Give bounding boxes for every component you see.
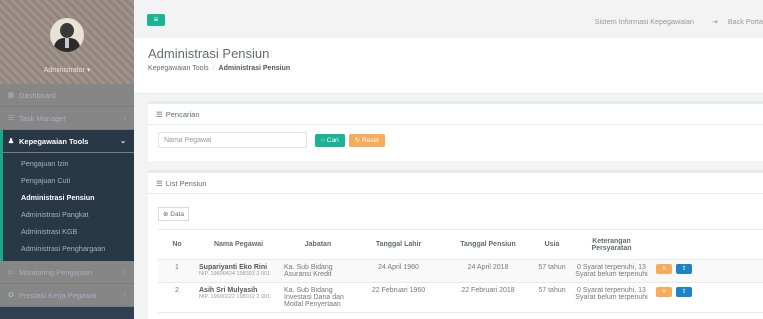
- data-button[interactable]: ⊕ Data: [158, 207, 189, 221]
- cell-actions: ≡ ⇧: [653, 282, 763, 313]
- sidebar-item-monitoring[interactable]: ▭ Monitoring Pengajuan ‹: [0, 261, 134, 284]
- upload-button[interactable]: ⇧: [675, 287, 692, 297]
- table-header-row: No Nama Pegawai Jabatan Tanggal Lahir Ta…: [158, 229, 763, 260]
- avatar[interactable]: [50, 18, 84, 52]
- search-panel: ☰ Pencarian Nama Pegawai ○ Cari ↻ Reset: [148, 101, 763, 161]
- detail-button[interactable]: ≡: [656, 287, 672, 297]
- breadcrumb: Kepegawaian Tools / Administrasi Pensiun: [148, 65, 291, 72]
- top-right-links: Sistem Informasi Kepegawaian ⇥ Back Port…: [587, 17, 763, 26]
- search-icon: ○: [321, 136, 325, 144]
- list-icon: ≡: [662, 266, 666, 272]
- employee-name: Asih Sri Mulyasih: [199, 287, 258, 294]
- reset-button[interactable]: ↻ Reset: [348, 133, 385, 147]
- sidebar-nav: ▦ Dashboard ☰ Task Manager ‹ ♟ Kepegawai…: [0, 84, 134, 307]
- chevron-left-icon: ‹: [123, 268, 126, 276]
- trophy-icon: ✪: [8, 292, 14, 299]
- table-row: 1 Supariyanti Eko Rini NIP. 19600424 198…: [158, 259, 763, 283]
- back-portal-link[interactable]: ⇥ Back Porta: [704, 17, 763, 26]
- employee-nip: NIP. 19600222 198012 2 001: [199, 294, 271, 300]
- column-header-actions: [653, 229, 763, 260]
- search-panel-title: ☰ Pencarian: [148, 104, 763, 125]
- cell-actions: ≡ ⇧: [653, 259, 763, 283]
- submenu-item-administrasi-kgb[interactable]: Administrasi KGB: [3, 223, 134, 240]
- profile-header: Administrator ▾: [0, 0, 134, 84]
- cell-usia: 57 tahun: [534, 282, 570, 313]
- cell-keterangan: 0 Syarat terpenuhi, 13 Syarat belum terp…: [570, 282, 653, 313]
- cell-tanggal-pensiun: 24 April 2018: [442, 259, 534, 283]
- search-input[interactable]: Nama Pegawai: [158, 132, 307, 148]
- chevron-down-icon: ⌄: [120, 138, 126, 145]
- pensiun-table: No Nama Pegawai Jabatan Tanggal Lahir Ta…: [158, 229, 763, 313]
- cell-jabatan: Ka. Sub Bidang Investasi Dana dan Modal …: [281, 282, 355, 313]
- column-header-nama[interactable]: Nama Pegawai: [196, 229, 281, 260]
- submenu-item-pengajuan-cuti[interactable]: Pengajuan Cuti: [3, 172, 134, 189]
- profile-name[interactable]: Administrator ▾: [0, 66, 134, 74]
- cell-jabatan: Ka. Sub Bidang Asuransi Kredit: [281, 259, 355, 283]
- breadcrumb-current: Administrasi Pensiun: [218, 65, 291, 72]
- page-title: Administrasi Pensiun: [148, 46, 270, 61]
- sidebar: Administrator ▾ ▦ Dashboard ☰ Task Manag…: [0, 0, 134, 319]
- dashboard-icon: ▦: [7, 92, 15, 99]
- employee-name: Supariyanti Eko Rini: [199, 264, 268, 271]
- sidebar-item-dashboard[interactable]: ▦ Dashboard: [0, 84, 134, 107]
- list-panel-title: ☰ List Pensiun: [148, 173, 763, 194]
- sidebar-item-prestasi[interactable]: ✪ Prestasi Kerja Pegawai ‹: [0, 284, 134, 307]
- list-icon: ☰: [156, 179, 163, 188]
- refresh-icon: ↻: [354, 137, 361, 144]
- menu-toggle-button[interactable]: ≡: [147, 14, 165, 26]
- upload-button[interactable]: ⇧: [675, 264, 692, 274]
- data-icon: ⊕: [163, 211, 169, 218]
- tasks-icon: ☰: [7, 115, 15, 122]
- cell-tanggal-lahir: 24 April 1960: [355, 259, 442, 283]
- employee-nip: NIP. 19600424 198303 2 001: [199, 271, 271, 277]
- upload-icon: ⇧: [681, 266, 687, 272]
- column-header-keterangan[interactable]: Keterangan Persyaratan: [570, 229, 653, 260]
- sidebar-item-task-manager[interactable]: ☰ Task Manager ‹: [0, 107, 134, 130]
- submenu-item-administrasi-pensiun[interactable]: Administrasi Pensiun: [3, 189, 134, 206]
- cell-nama: Asih Sri Mulyasih NIP. 19600222 198012 2…: [196, 282, 281, 313]
- system-title: Sistem Informasi Kepegawaian: [594, 17, 694, 26]
- submenu-item-pengajuan-izin[interactable]: Pengajuan Izin: [3, 155, 134, 172]
- top-navbar: ≡ Sistem Informasi Kepegawaian ⇥ Back Po…: [134, 0, 763, 38]
- user-icon: ♟: [7, 138, 15, 145]
- cell-tanggal-pensiun: 22 Februari 2018: [442, 282, 534, 313]
- cell-tanggal-lahir: 22 Februari 1960: [355, 282, 442, 313]
- column-header-jabatan[interactable]: Jabatan: [281, 229, 355, 260]
- column-header-tanggal-pensiun[interactable]: Tanggal Pensiun: [442, 229, 534, 260]
- cell-no: 2: [158, 282, 196, 313]
- chevron-left-icon: ‹: [123, 291, 126, 299]
- page-heading: Administrasi Pensiun Kepegawaian Tools / A…: [134, 38, 763, 94]
- column-header-no[interactable]: No: [158, 229, 196, 260]
- submenu-kepegawaian: Pengajuan Izin Pengajuan Cuti Administra…: [0, 153, 134, 261]
- cell-keterangan: 0 Syarat terpenuhi, 13 Syarat belum terp…: [570, 259, 653, 283]
- monitor-icon: ▭: [7, 269, 15, 276]
- column-header-usia[interactable]: Usia: [534, 229, 570, 260]
- table-row: 2 Asih Sri Mulyasih NIP. 19600222 198012…: [158, 282, 763, 313]
- upload-icon: ⇧: [681, 289, 687, 295]
- cell-usia: 57 tahun: [534, 259, 570, 283]
- list-icon: ≡: [662, 289, 666, 295]
- search-button[interactable]: ○ Cari: [315, 133, 345, 147]
- list-panel: ☰ List Pensiun ⊕ Data No Nama Pegawai Jab…: [148, 170, 763, 319]
- detail-button[interactable]: ≡: [656, 264, 672, 274]
- list-icon: ☰: [156, 110, 163, 119]
- breadcrumb-kepegawaian[interactable]: Kepegawaian Tools: [148, 65, 209, 72]
- cell-nama: Supariyanti Eko Rini NIP. 19600424 19830…: [196, 259, 281, 283]
- submenu-item-administrasi-penghargaan[interactable]: Administrasi Penghargaan: [3, 240, 134, 257]
- chevron-left-icon: ‹: [123, 114, 126, 122]
- cell-no: 1: [158, 259, 196, 283]
- sign-out-icon: ⇥: [711, 17, 718, 26]
- submenu-item-administrasi-pangkat[interactable]: Administrasi Pangkat: [3, 206, 134, 223]
- column-header-tanggal-lahir[interactable]: Tanggal Lahir: [355, 229, 442, 260]
- chevron-down-icon: ▾: [86, 67, 91, 74]
- sidebar-item-kepegawaian-tools[interactable]: ♟ Kepegawaian Tools ⌄: [0, 130, 134, 153]
